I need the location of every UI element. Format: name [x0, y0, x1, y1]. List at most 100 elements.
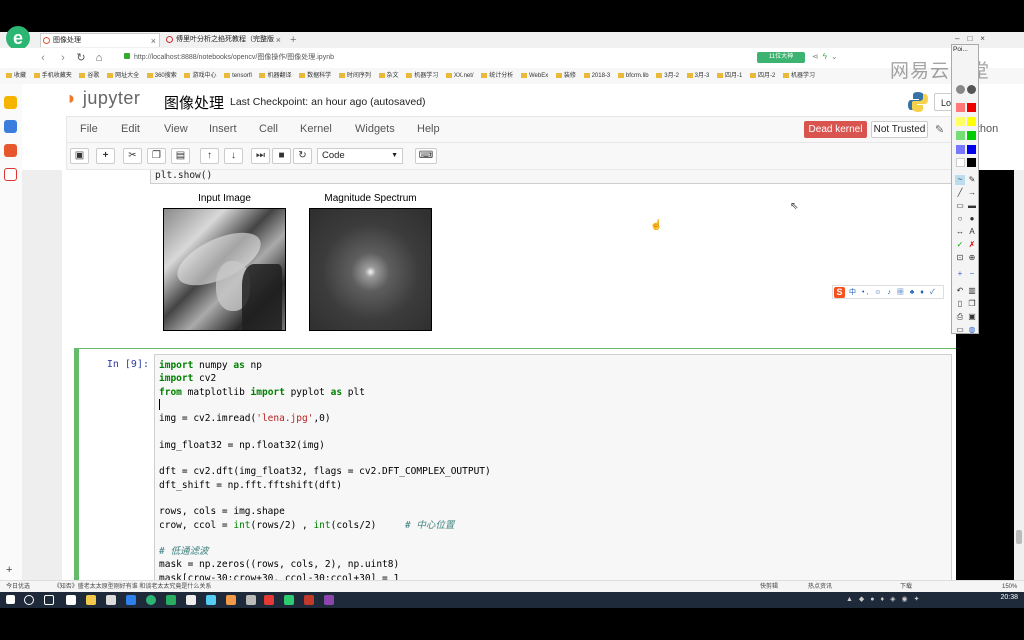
menu-help[interactable]: Help [417, 123, 440, 135]
copy-icon[interactable]: ❐ [147, 148, 166, 164]
taskbar-wechat-icon[interactable] [284, 595, 294, 605]
bookmark-item[interactable]: XX.net/ [446, 68, 474, 84]
arrow-icon[interactable]: → [967, 188, 977, 198]
bookmark-item[interactable]: 手机收藏夹 [34, 68, 72, 84]
previous-cell-code[interactable]: plt.show() [150, 170, 956, 184]
clock[interactable]: 20:38 [1000, 594, 1018, 601]
menu-insert[interactable]: Insert [209, 123, 237, 135]
weibo-icon[interactable] [4, 144, 17, 157]
reload-icon[interactable]: ↻ [74, 51, 88, 65]
filled-ellipse-icon[interactable]: ● [967, 214, 977, 224]
new-page-icon[interactable]: ▯ [955, 299, 965, 309]
menu-widgets[interactable]: Widgets [355, 123, 395, 135]
cross-icon[interactable]: ✗ [967, 240, 977, 250]
color-swatch[interactable] [956, 158, 965, 167]
bookmark-item[interactable]: 2018-3 [584, 68, 611, 84]
plus-icon[interactable]: + [955, 269, 965, 279]
bookmark-item[interactable]: 四月-1 [717, 68, 742, 84]
text-icon[interactable]: A [967, 227, 977, 237]
scrollbar-thumb[interactable] [1016, 530, 1022, 544]
color-swatch[interactable] [967, 131, 976, 140]
menu-file[interactable]: File [80, 123, 98, 135]
interrupt-icon[interactable]: ■ [272, 148, 291, 164]
taskbar-app-icon[interactable] [304, 595, 314, 605]
undo-icon[interactable]: ↶ [955, 286, 965, 296]
page-scrollbar[interactable] [1014, 170, 1024, 580]
kernel-status-badge[interactable]: Dead kernel [804, 121, 867, 138]
bookmark-item[interactable]: 四月-2 [750, 68, 775, 84]
bookmark-item[interactable]: WebEx [521, 68, 548, 84]
color-swatch[interactable] [967, 117, 976, 126]
taskbar-app-icon[interactable] [86, 595, 96, 605]
forward-icon[interactable]: › [56, 51, 70, 65]
bookmark-item[interactable]: 机器学习 [783, 68, 815, 84]
close-tab-icon[interactable]: × [276, 33, 281, 47]
tab-fourier[interactable]: 傅里叶分析之掐死教程（完整版 × [164, 33, 284, 47]
url-field[interactable]: http://localhost:8888/notebooks/opencv/图… [124, 51, 754, 65]
bookmark-item[interactable]: bfcrm.lib [618, 68, 649, 84]
color-swatch[interactable] [956, 131, 965, 140]
windows-start-icon[interactable] [6, 595, 15, 604]
bookmark-item[interactable]: tensorfl [224, 68, 252, 84]
bookmark-item[interactable]: 3月-3 [687, 68, 710, 84]
bookmark-item[interactable]: 360搜索 [147, 68, 177, 84]
ime-toolbar[interactable]: S 中 •, ☺ ♪ ▦ ♣ ♦ ✓ [832, 285, 944, 299]
extension-badge[interactable]: 11位大神 [757, 52, 805, 63]
zoom-icon[interactable]: ⊕ [967, 253, 977, 263]
news-ticker[interactable]: 《知否》盛老太太原型刚好有谁 和谈老太太究竟是什么关系 [54, 584, 212, 590]
bookmark-item[interactable]: 统计分析 [481, 68, 513, 84]
color-swatch[interactable] [956, 103, 965, 112]
menu-cell[interactable]: Cell [259, 123, 278, 135]
cell-type-select[interactable]: Code ▼ [317, 148, 403, 164]
add-cell-icon[interactable]: + [96, 148, 115, 164]
command-palette-icon[interactable]: ⌨ [415, 148, 437, 164]
paste-icon[interactable]: ▤ [171, 148, 190, 164]
bookmark-item[interactable]: 机器学习 [406, 68, 438, 84]
color-swatch[interactable] [956, 145, 965, 154]
taskbar-app-icon[interactable] [66, 595, 76, 605]
bookmark-item[interactable]: 时间序列 [339, 68, 371, 84]
bookmark-item[interactable]: 装修 [556, 68, 576, 84]
trust-status-button[interactable]: Not Trusted [871, 121, 928, 138]
maximize-icon[interactable]: □ [967, 34, 980, 43]
taskbar-app-icon[interactable] [206, 595, 216, 605]
bookmark-item[interactable]: 网址大全 [107, 68, 139, 84]
share-icon[interactable]: ⋖ [812, 52, 823, 61]
code-editor[interactable]: import numpy as np import cv2 from matplot… [154, 354, 952, 580]
minimize-icon[interactable]: – [955, 34, 967, 43]
taskbar-app-icon[interactable] [186, 595, 196, 605]
tab-image-processing[interactable]: 图像处理 × [40, 33, 160, 47]
add-sidebar-icon[interactable]: + [6, 564, 12, 576]
task-view-icon[interactable] [44, 595, 54, 605]
menu-edit[interactable]: Edit [121, 123, 140, 135]
taskbar-app-icon[interactable] [324, 595, 334, 605]
favorites-star-icon[interactable] [4, 96, 17, 109]
taskbar-app-icon[interactable] [226, 595, 236, 605]
notes-icon[interactable] [4, 120, 17, 133]
notebook-title[interactable]: 图像处理 [164, 92, 224, 113]
move-down-icon[interactable]: ↓ [224, 148, 243, 164]
search-icon[interactable] [24, 595, 34, 605]
close-window-icon[interactable]: × [980, 34, 993, 43]
taskbar-browser-icon[interactable] [146, 595, 156, 605]
home-icon[interactable]: ⌂ [92, 51, 106, 65]
minus-icon[interactable]: − [967, 269, 977, 279]
double-arrow-icon[interactable]: ↔ [955, 227, 965, 237]
new-tab-button[interactable]: + [287, 33, 301, 47]
taskbar-app-icon[interactable] [106, 595, 116, 605]
jupyter-logo[interactable]: ◗ jupyter [66, 88, 140, 109]
save-icon[interactable]: ▣ [967, 312, 977, 322]
menu-kernel[interactable]: Kernel [300, 123, 332, 135]
close-tab-icon[interactable]: × [151, 34, 156, 47]
save-icon[interactable]: ▣ [70, 148, 89, 164]
freehand-icon[interactable]: ~ [955, 175, 965, 185]
trash-icon[interactable]: ▥ [967, 286, 977, 296]
crop-icon[interactable]: ⊡ [955, 253, 965, 263]
taskbar-app-icon[interactable] [166, 595, 176, 605]
color-swatch[interactable] [967, 145, 976, 154]
ellipse-icon[interactable]: ○ [955, 214, 965, 224]
bookmark-item[interactable]: 收藏 [6, 68, 26, 84]
record-icon[interactable] [4, 168, 17, 181]
lightning-icon[interactable]: ϟ [823, 52, 831, 61]
move-up-icon[interactable]: ↑ [200, 148, 219, 164]
